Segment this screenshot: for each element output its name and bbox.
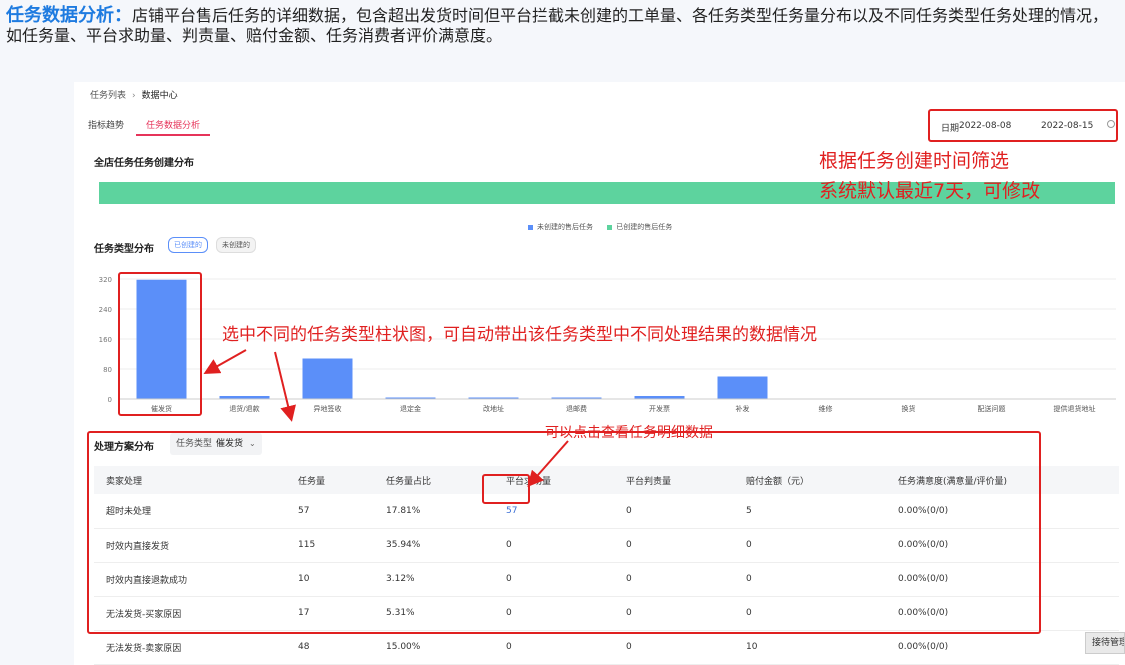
breadcrumb: 任务列表 › 数据中心 [90, 88, 178, 101]
cell-platform-help: 0 [494, 630, 614, 665]
cell-count: 48 [286, 630, 374, 665]
x-tick-label: 提供退货地址 [1054, 404, 1096, 413]
y-tick-label: 0 [108, 396, 112, 404]
legend-uncreated[interactable]: 未创建的售后任务 [528, 223, 593, 231]
reception-management-button[interactable]: 接待管理 [1085, 632, 1125, 654]
date-annotation-line-1: 根据任务创建时间筛选 [819, 150, 1010, 172]
bar-highlight [118, 272, 202, 416]
create-distribution-title: 全店任务任务创建分布 [94, 158, 194, 169]
y-tick-label: 240 [99, 306, 112, 314]
toggle-created[interactable]: 已创建的 [168, 237, 208, 253]
detail-annotation: 可以点击查看任务明细数据 [545, 425, 713, 441]
x-tick-label: 维修 [819, 404, 833, 413]
x-tick-label: 退货/退款 [229, 404, 259, 413]
x-tick-label: 退邮费 [566, 404, 587, 413]
x-tick-label: 换货 [902, 404, 916, 413]
breadcrumb-root[interactable]: 任务列表 [90, 91, 126, 101]
x-tick-label: 开发票 [649, 404, 670, 413]
tab-metric-trend[interactable]: 指标趋势 [88, 118, 124, 131]
bar[interactable] [302, 358, 353, 400]
y-tick-label: 320 [99, 276, 112, 284]
x-tick-label: 配送问题 [978, 404, 1006, 413]
active-tab-indicator [136, 134, 210, 136]
cell-share: 15.00% [374, 630, 494, 665]
legend-created[interactable]: 已创建的售后任务 [607, 223, 672, 231]
breadcrumb-current: 数据中心 [141, 91, 178, 101]
x-tick-label: 改地址 [483, 404, 504, 413]
table-row: 无法发货-卖家原因 48 15.00% 0 0 10 0.00%(0/0) [94, 630, 1119, 665]
legend-created-swatch [607, 224, 613, 230]
date-filter-highlight [928, 109, 1118, 142]
y-tick-label: 160 [99, 336, 112, 344]
screenshot-stage: 任务数据分析：店铺平台售后任务的详细数据，包含超出发货时间但平台拦截未创建的工单… [0, 0, 1125, 665]
cell-handling: 无法发货-卖家原因 [94, 630, 286, 665]
y-tick-label: 80 [103, 366, 112, 374]
legend-created-label: 已创建的售后任务 [616, 223, 673, 231]
cell-compensation: 10 [734, 630, 886, 665]
page-description: 任务数据分析：店铺平台售后任务的详细数据，包含超出发货时间但平台拦截未创建的工单… [6, 6, 1122, 46]
legend-uncreated-label: 未创建的售后任务 [537, 223, 593, 231]
cell-judge: 0 [614, 630, 734, 665]
type-distribution-title: 任务类型分布 [94, 244, 154, 255]
toggle-uncreated[interactable]: 未创建的 [216, 237, 256, 253]
table-highlight [87, 431, 1041, 634]
headline-text: 店铺平台售后任务的详细数据，包含超出发货时间但平台拦截未创建的工单量、各任务类型… [6, 6, 1109, 45]
chart-legend: 未创建的售后任务 已创建的售后任务 [528, 222, 684, 232]
x-tick-label: 异地签收 [314, 404, 342, 413]
legend-uncreated-swatch [528, 224, 533, 230]
x-tick-label: 补发 [736, 404, 750, 413]
bar[interactable] [717, 376, 768, 400]
help-column-highlight [482, 474, 530, 504]
headline-title: 任务数据分析： [6, 5, 132, 26]
date-annotation-line-2: 系统默认最近7天，可修改 [819, 180, 1041, 202]
bar-annotation: 选中不同的任务类型柱状图，可自动带出该任务类型中不同处理结果的数据情况 [222, 325, 817, 345]
x-tick-label: 退定金 [400, 404, 421, 413]
breadcrumb-separator: › [132, 91, 136, 101]
tab-task-analysis[interactable]: 任务数据分析 [146, 118, 200, 131]
